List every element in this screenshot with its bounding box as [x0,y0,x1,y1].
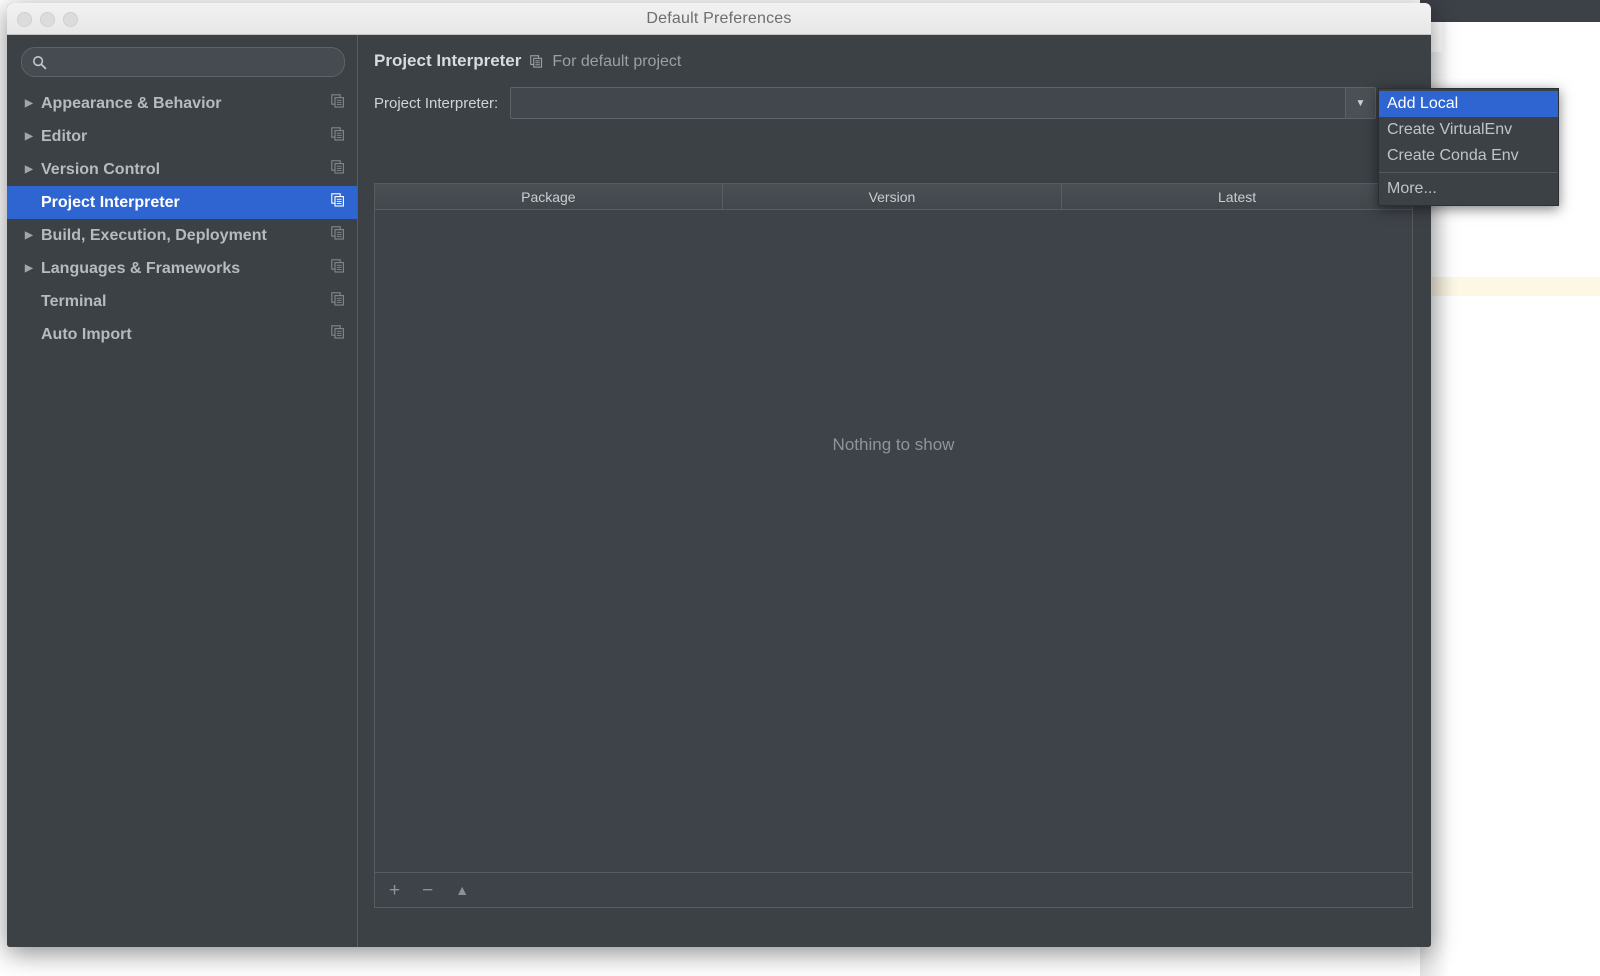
copy-settings-icon[interactable] [331,226,345,245]
copy-settings-icon[interactable] [331,127,345,146]
copy-settings-icon[interactable] [331,160,345,179]
search-container [7,35,357,77]
interpreter-label: Project Interpreter: [374,95,498,112]
sidebar-item-label: Project Interpreter [41,194,331,212]
packages-toolbar: + − ▲ [375,872,1412,907]
sidebar-item-version-control[interactable]: ▶Version Control [7,153,357,186]
sidebar-item-terminal[interactable]: Terminal [7,285,357,318]
packages-table-header: PackageVersionLatest [375,184,1412,210]
sidebar-item-editor[interactable]: ▶Editor [7,120,357,153]
chevron-right-icon[interactable]: ▶ [25,99,41,109]
sidebar-item-label: Terminal [41,293,331,311]
packages-table: PackageVersionLatest Nothing to show + −… [374,183,1413,908]
copy-settings-icon[interactable] [331,325,345,344]
copy-settings-icon[interactable] [331,259,345,278]
sidebar-item-project-interpreter[interactable]: Project Interpreter [7,186,357,219]
background-highlight-band [1432,277,1600,296]
copy-settings-icon[interactable] [530,55,543,73]
preferences-dialog: Default Preferences ▶A [7,3,1431,947]
menu-item-create-conda-env[interactable]: Create Conda Env [1379,143,1558,169]
window-title: Default Preferences [7,10,1431,28]
settings-tree: ▶Appearance & Behavior▶Editor▶Version Co… [7,87,357,351]
interpreter-combobox[interactable]: ▼ [510,87,1376,119]
column-header-version[interactable]: Version [723,184,1062,209]
sidebar-item-languages-frameworks[interactable]: ▶Languages & Frameworks [7,252,357,285]
dialog-titlebar: Default Preferences [7,3,1431,35]
menu-item-add-local[interactable]: Add Local [1379,91,1558,117]
remove-package-button[interactable]: − [422,881,433,900]
copy-settings-icon[interactable] [331,193,345,212]
column-header-package[interactable]: Package [375,184,723,209]
chevron-right-icon[interactable]: ▶ [25,264,41,274]
empty-state-message: Nothing to show [375,435,1412,455]
sidebar-item-label: Editor [41,128,331,146]
sidebar-item-label: Appearance & Behavior [41,95,331,113]
close-button[interactable] [17,12,32,27]
search-box[interactable] [21,47,345,77]
add-package-button[interactable]: + [389,881,400,900]
zoom-button[interactable] [63,12,78,27]
menu-item-create-virtualenv[interactable]: Create VirtualEnv [1379,117,1558,143]
settings-sidebar: ▶Appearance & Behavior▶Editor▶Version Co… [7,35,358,947]
sidebar-item-appearance-behavior[interactable]: ▶Appearance & Behavior [7,87,357,120]
sidebar-item-label: Languages & Frameworks [41,260,331,278]
page-subtitle: For default project [552,53,681,71]
copy-settings-icon[interactable] [331,292,345,311]
sidebar-item-label: Version Control [41,161,331,179]
copy-settings-icon[interactable] [331,94,345,113]
settings-content-panel: Project Interpreter For default project [358,35,1431,947]
page-title: Project Interpreter [374,51,521,71]
content-header: Project Interpreter For default project [358,35,1431,71]
chevron-right-icon[interactable]: ▶ [25,231,41,241]
sidebar-item-label: Build, Execution, Deployment [41,227,331,245]
screen: Default Preferences ▶A [0,0,1600,976]
search-input[interactable] [54,54,334,71]
chevron-right-icon[interactable]: ▶ [25,165,41,175]
background-window-titlebar [1420,0,1600,22]
interpreter-dropdown-menu[interactable]: Add LocalCreate VirtualEnvCreate Conda E… [1378,88,1559,206]
column-header-latest[interactable]: Latest [1062,184,1412,209]
chevron-down-icon[interactable]: ▼ [1345,88,1375,118]
dialog-body: ▶Appearance & Behavior▶Editor▶Version Co… [7,35,1431,947]
search-icon [32,55,47,70]
menu-item-more[interactable]: More... [1379,176,1558,202]
chevron-right-icon[interactable]: ▶ [25,132,41,142]
upgrade-package-button[interactable]: ▲ [455,883,469,897]
interpreter-row: Project Interpreter: ▼ [358,71,1431,119]
sidebar-item-build-execution-deployment[interactable]: ▶Build, Execution, Deployment [7,219,357,252]
minimize-button[interactable] [40,12,55,27]
packages-table-body[interactable]: Nothing to show [375,210,1412,872]
window-controls[interactable] [17,12,78,27]
sidebar-item-auto-import[interactable]: Auto Import [7,318,357,351]
menu-separator [1379,172,1558,173]
interpreter-value [511,88,1345,118]
sidebar-item-label: Auto Import [41,326,331,344]
